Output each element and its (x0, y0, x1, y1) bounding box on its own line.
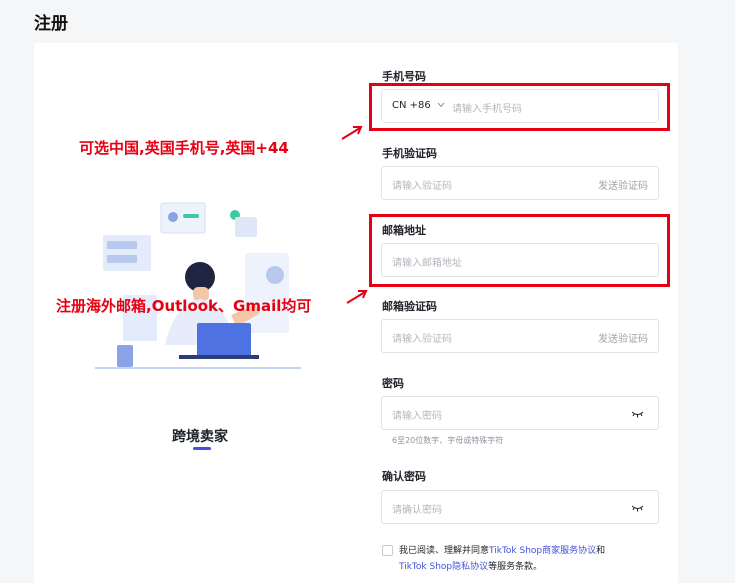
email-highlight-box (369, 214, 670, 287)
phone-code-label: 手机验证码 (382, 147, 437, 160)
email-code-input[interactable]: 请输入验证码 发送验证码 (381, 319, 659, 353)
password-input[interactable]: 请输入密码 (381, 396, 659, 430)
email-annotation: 注册海外邮箱,Outlook、Gmail均可 (56, 297, 312, 315)
confirm-password-input[interactable]: 请确认密码 (381, 490, 659, 524)
phone-code-input[interactable]: 请输入验证码 发送验证码 (381, 166, 659, 200)
phone-code-placeholder: 请输入验证码 (392, 181, 452, 192)
confirm-password-label: 确认密码 (382, 470, 426, 483)
agreement-conj: 和 (596, 546, 606, 556)
agreement-text: 我已阅读、理解并同意TikTok Shop商家服务协议和 TikTok Shop隐… (399, 543, 659, 575)
agreement-prefix: 我已阅读、理解并同意 (399, 546, 490, 556)
email-code-label: 邮箱验证码 (382, 300, 437, 313)
agreement-suffix: 等服务条款。 (488, 562, 543, 572)
merchant-service-agreement-link[interactable]: TikTok Shop商家服务协议 (489, 546, 596, 556)
phone-highlight-box (369, 83, 670, 131)
arrow-icon (341, 126, 363, 140)
password-placeholder: 请输入密码 (392, 411, 442, 422)
agreement-checkbox[interactable] (382, 545, 393, 556)
confirm-password-placeholder: 请确认密码 (392, 505, 442, 516)
seller-illustration (95, 202, 301, 369)
phone-annotation: 可选中国,英国手机号,英国+44 (79, 139, 289, 157)
arrow-icon (346, 290, 368, 304)
page-title: 注册 (34, 14, 68, 34)
password-label: 密码 (382, 377, 404, 390)
password-hint: 6至20位数字、字母或特殊字符 (392, 436, 504, 445)
send-phone-code-button[interactable]: 发送验证码 (598, 177, 648, 192)
eye-closed-icon[interactable] (631, 503, 644, 513)
send-email-code-button[interactable]: 发送验证码 (598, 330, 648, 345)
seller-type-label: 跨境卖家 (172, 429, 228, 445)
email-code-placeholder: 请输入验证码 (392, 334, 452, 345)
seller-type-underline (193, 447, 211, 450)
privacy-agreement-link[interactable]: TikTok Shop隐私协议 (399, 562, 488, 572)
eye-closed-icon[interactable] (631, 409, 644, 419)
phone-label: 手机号码 (382, 70, 426, 83)
